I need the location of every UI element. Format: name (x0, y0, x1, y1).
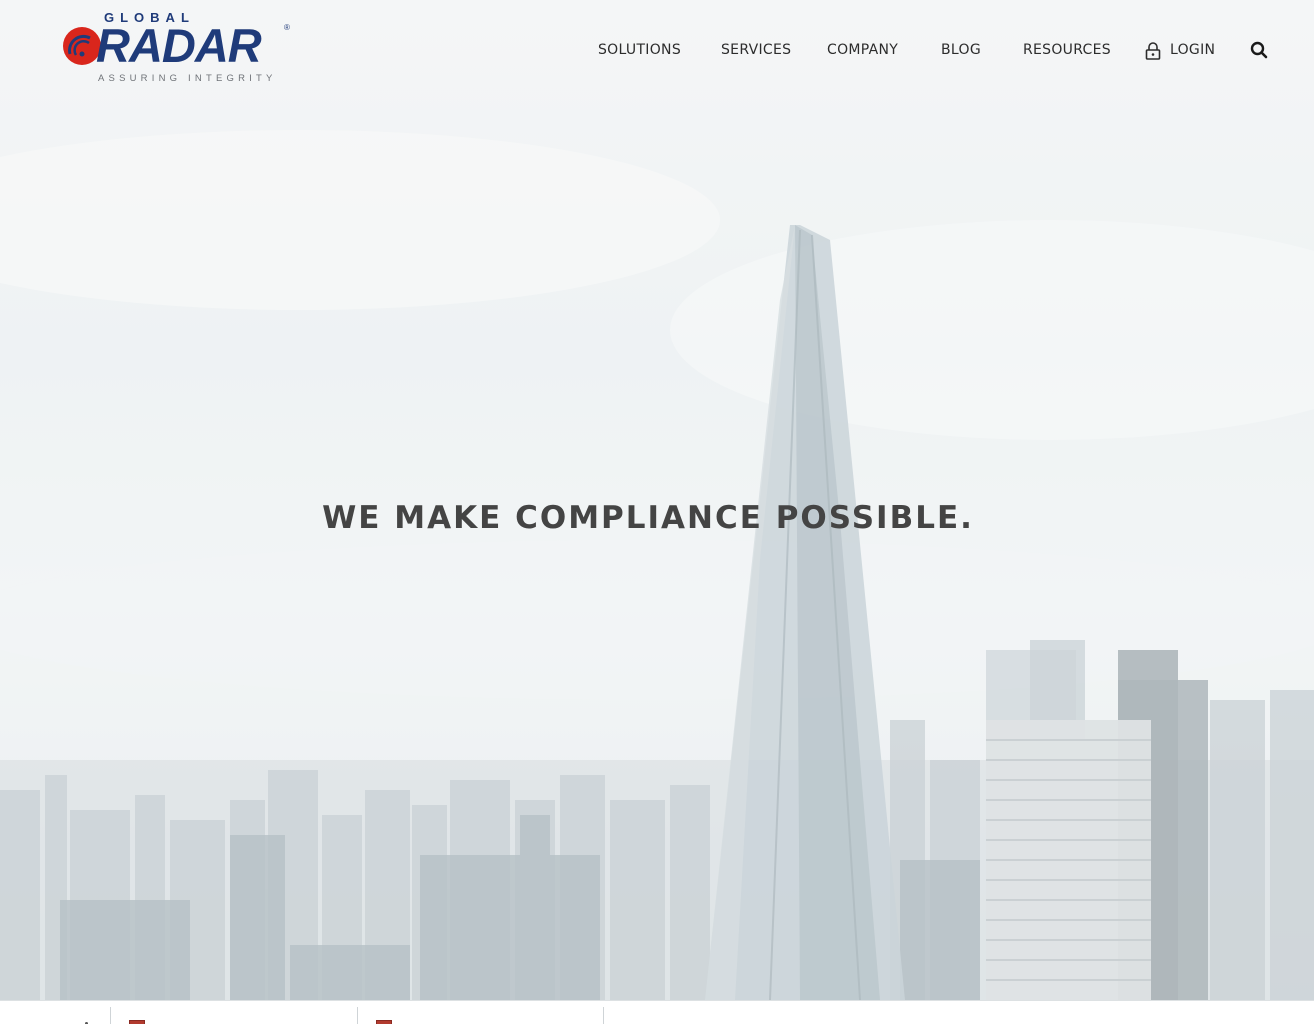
hero-headline: WE MAKE COMPLIANCE POSSIBLE. (322, 500, 974, 536)
logo-radar-text: RADAR (96, 19, 262, 72)
global-radar-logo[interactable]: GLOBAL RADAR ® ASSURING INTEGRITY (60, 10, 300, 90)
nav-item-solutions[interactable]: SOLUTIONS (598, 38, 681, 62)
logo-registered-mark: ® (284, 23, 290, 32)
bottom-resource-strip (0, 1000, 1314, 1024)
strip-divider (110, 1007, 111, 1024)
nav-item-resources[interactable]: RESOURCES (1023, 38, 1111, 62)
strip-divider (603, 1007, 604, 1024)
document-icon[interactable] (376, 1020, 392, 1024)
document-icon[interactable] (129, 1020, 145, 1024)
search-icon[interactable] (1250, 41, 1268, 59)
nav-item-services[interactable]: SERVICES (721, 38, 791, 62)
logo-tagline: ASSURING INTEGRITY (98, 73, 277, 84)
lock-icon[interactable] (1145, 42, 1161, 60)
strip-divider (357, 1007, 358, 1024)
site-header: GLOBAL RADAR ® ASSURING INTEGRITY SOLUTI… (0, 0, 1314, 100)
nav-item-blog[interactable]: BLOG (941, 38, 981, 62)
nav-item-login[interactable]: LOGIN (1170, 38, 1215, 62)
nav-item-company[interactable]: COMPANY (827, 38, 898, 62)
